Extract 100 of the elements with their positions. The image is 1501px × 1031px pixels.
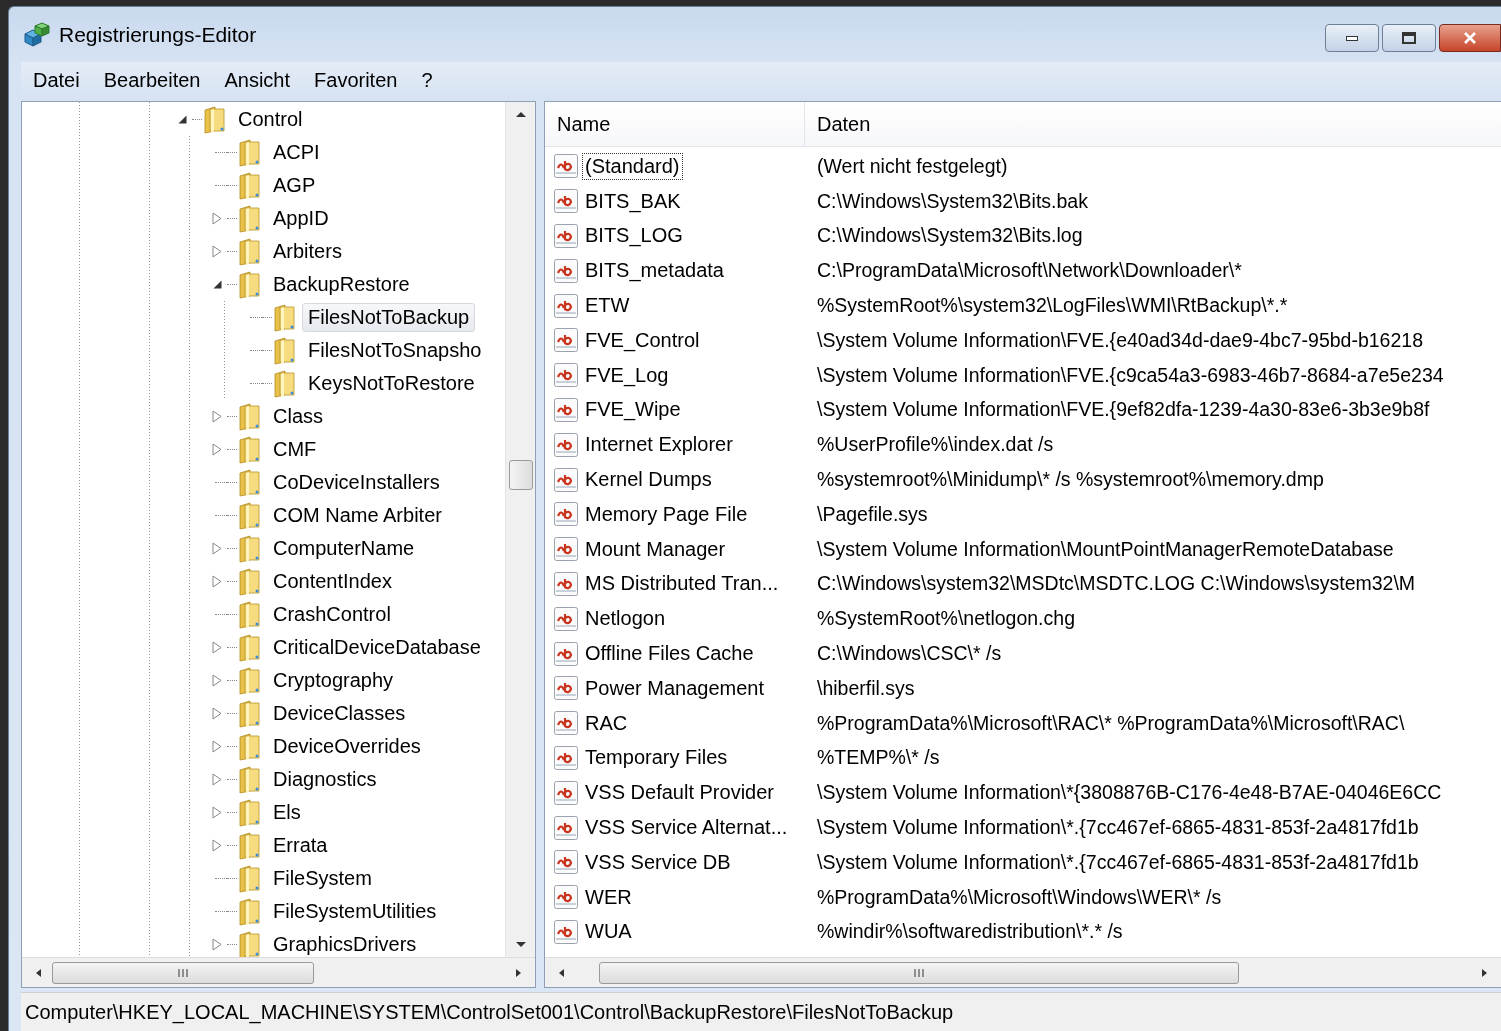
tree-item[interactable]: Errata [267,831,334,860]
value-name[interactable]: (Standard) [582,152,683,180]
tree-item[interactable]: DeviceOverrides [267,732,427,761]
value-data: C:\ProgramData\Microsoft\Network\Downloader\* [817,259,1242,283]
value-name[interactable]: Memory Page File [582,500,751,528]
menu-item[interactable]: Ansicht [212,66,303,94]
value-name[interactable]: FVE_Wipe [582,396,684,424]
tree-item[interactable]: Cryptography [267,666,400,695]
expand-arrow-icon[interactable] [212,542,222,555]
close-icon [1464,32,1476,44]
scrollbar-thumb[interactable] [599,961,1239,984]
collapse-arrow-icon[interactable] [177,115,187,124]
value-name[interactable]: Offline Files Cache [582,640,757,668]
tree-item[interactable]: DeviceClasses [267,699,412,728]
window-title: Registrierungs-Editor [59,22,258,47]
tree-item[interactable]: FilesNotToBackup [302,303,476,332]
menu-item[interactable]: ? [409,66,445,94]
maximize-button[interactable] [1382,24,1436,52]
vertical-scrollbar[interactable] [505,102,535,957]
expand-arrow-icon[interactable] [212,773,222,786]
menu-item[interactable]: Datei [21,66,92,94]
tree-item[interactable]: BackupRestore [267,270,416,299]
tree-item[interactable]: CMF [267,435,323,464]
close-button[interactable] [1439,24,1501,52]
value-name[interactable]: VSS Default Provider [582,779,777,807]
tree-item[interactable]: KeysNotToRestore [302,369,481,398]
tree-item[interactable]: COM Name Arbiter [267,501,448,530]
value-name[interactable]: ETW [582,292,633,320]
value-data: %UserProfile%\index.dat /s [817,433,1054,457]
expand-arrow-icon[interactable] [212,938,222,951]
minimize-icon [1346,35,1358,41]
folder-icon [237,732,261,761]
expand-arrow-icon[interactable] [212,212,222,225]
value-data: C:\Windows\CSC\* /s [817,642,1002,666]
value-name[interactable]: Temporary Files [582,744,731,772]
tree-item[interactable]: CrashControl [267,600,397,629]
expand-arrow-icon[interactable] [212,839,222,852]
tree-item[interactable]: GraphicsDrivers [267,930,423,957]
column-header[interactable]: Name [545,102,805,146]
value-data: %ProgramData%\Microsoft\RAC\* %ProgramData%\Microsoft\RAC\ [817,711,1405,735]
folder-icon [202,105,226,134]
expand-arrow-icon[interactable] [212,740,222,753]
folder-icon [237,171,261,200]
expand-arrow-icon[interactable] [212,806,222,819]
value-data: \System Volume Information\MountPointManagerRemoteDatabase [817,537,1394,561]
expand-arrow-icon[interactable] [212,575,222,588]
column-header[interactable]: Daten [805,102,1501,146]
tree-item[interactable]: ContentIndex [267,567,398,596]
menu-item[interactable]: Bearbeiten [91,66,213,94]
cubes-icon [21,19,51,50]
value-name[interactable]: Netlogon [582,605,669,633]
tree-item[interactable]: Diagnostics [267,765,383,794]
tree-item[interactable]: CoDeviceInstallers [267,468,446,497]
tree-item[interactable]: ACPI [267,138,326,167]
status-path: Computer\HKEY_LOCAL_MACHINE\SYSTEM\ControlSet001\Control\BackupRestore\FilesNotToBackup [24,1000,954,1024]
value-data: C:\Windows\system32\MSDtc\MSDTC.LOG C:\Windows\system32\M [817,572,1416,596]
value-name[interactable]: Kernel Dumps [582,466,715,494]
expand-arrow-icon[interactable] [212,641,222,654]
collapse-arrow-icon[interactable] [212,280,222,289]
value-name[interactable]: VSS Service DB [582,848,734,876]
tree-item[interactable]: Control [232,105,309,134]
value-name[interactable]: FVE_Control [582,326,703,354]
tree-item[interactable]: FileSystem [267,864,378,893]
value-name[interactable]: BITS_metadata [582,257,727,285]
expand-arrow-icon[interactable] [212,707,222,720]
horizontal-scrollbar[interactable] [22,957,535,987]
scrollbar-thumb[interactable] [508,460,533,490]
tree-item[interactable]: AGP [267,171,322,200]
tree-item[interactable]: FileSystemUtilities [267,897,443,926]
tree-item[interactable]: Class [267,402,329,431]
expand-arrow-icon[interactable] [212,674,222,687]
tree-item[interactable]: AppID [267,204,335,233]
tree-item[interactable]: Arbiters [267,237,348,266]
value-name[interactable]: WUA [582,918,635,946]
expand-arrow-icon[interactable] [212,245,222,258]
value-name[interactable]: WER [582,883,635,911]
expand-arrow-icon[interactable] [212,443,222,456]
folder-icon [237,930,261,957]
value-name[interactable]: Internet Explorer [582,431,736,459]
value-name[interactable]: Power Management [582,674,767,702]
tree-item[interactable]: CriticalDeviceDatabase [267,633,487,662]
value-data: %SystemRoot%\system32\LogFiles\WMI\RtBackup\*.* [817,294,1288,318]
value-name[interactable]: BITS_LOG [582,222,686,250]
horizontal-scrollbar[interactable] [545,957,1501,987]
minimize-button[interactable] [1325,24,1379,52]
menu-item[interactable]: Favoriten [302,66,410,94]
tree-item[interactable]: FilesNotToSnapsho [302,336,488,365]
tree-item[interactable]: Els [267,798,307,827]
scrollbar-thumb[interactable] [52,961,314,984]
value-name[interactable]: VSS Service Alternat... [582,814,791,842]
value-name[interactable]: RAC [582,709,631,737]
value-name[interactable]: BITS_BAK [582,187,684,215]
value-data: \hiberfil.sys [817,676,915,700]
expand-arrow-icon[interactable] [212,410,222,423]
value-name[interactable]: Mount Manager [582,535,729,563]
value-name[interactable]: FVE_Log [582,361,672,389]
folder-icon [272,369,296,398]
tree-item[interactable]: ComputerName [267,534,421,563]
value-name[interactable]: MS Distributed Tran... [582,570,782,598]
value-data: %ProgramData%\Microsoft\Windows\WER\* /s [817,885,1222,909]
